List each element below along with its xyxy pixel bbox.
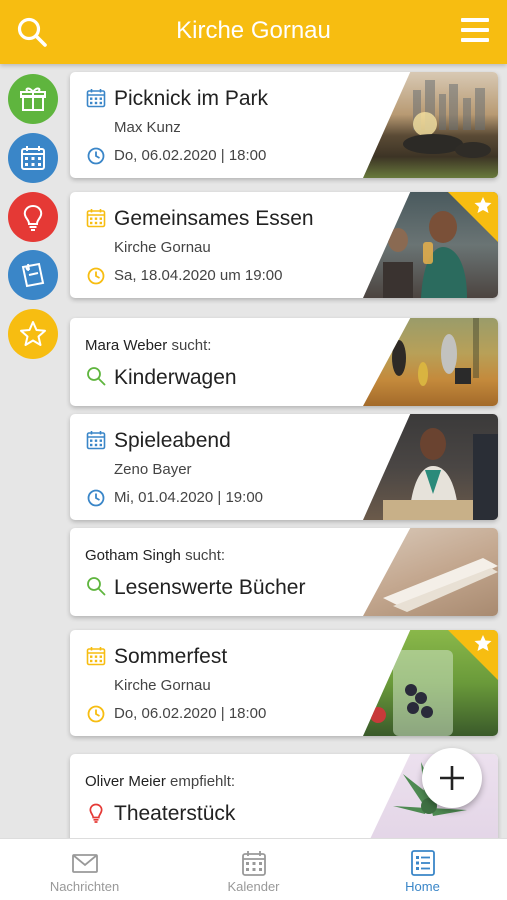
event-date: Do, 06.02.2020 | 18:00: [114, 147, 267, 164]
event-host: Zeno Bayer: [114, 461, 192, 478]
author-verb: sucht:: [185, 547, 226, 564]
calendar-icon: [86, 209, 106, 228]
feed-card-event[interactable]: Sommerfest Kirche Gornau Do, 06.02.2020 …: [70, 630, 498, 736]
search-author-line: Mara Weber sucht:: [85, 337, 211, 354]
envelope-icon: [72, 854, 98, 873]
tab-label: Home: [405, 879, 440, 894]
author-name: Mara Weber: [85, 337, 168, 354]
star-icon: [20, 321, 46, 346]
event-date: Do, 06.02.2020 | 18:00: [114, 705, 267, 722]
tab-label: Kalender: [227, 879, 280, 894]
sidebar-item-notes[interactable]: [8, 250, 58, 300]
author-name: Oliver Meier: [85, 773, 166, 790]
featured-star-icon: [448, 192, 498, 242]
feed-card-search[interactable]: Gotham Singh sucht: Lesenswerte Bücher: [70, 528, 498, 616]
gift-icon: [20, 87, 46, 111]
clock-icon: [87, 267, 105, 285]
search-photo-book: [363, 528, 498, 616]
feed-card-event[interactable]: Spieleabend Zeno Bayer Mi, 01.04.2020 | …: [70, 414, 498, 520]
recommend-author-line: Oliver Meier empfiehlt:: [85, 773, 235, 790]
plus-icon: [440, 766, 464, 790]
calendar-icon: [21, 146, 45, 170]
search-icon: [87, 367, 106, 386]
sidebar-item-gift[interactable]: [8, 74, 58, 124]
calendar-icon: [86, 431, 106, 450]
tab-kalender[interactable]: Kalender: [169, 839, 338, 900]
search-title: Lesenswerte Bücher: [114, 576, 306, 599]
featured-star-icon: [448, 630, 498, 680]
lightbulb-icon: [23, 204, 43, 231]
sidebar-item-idea[interactable]: [8, 192, 58, 242]
search-title: Kinderwagen: [114, 366, 237, 389]
home-list-icon: [411, 850, 435, 876]
calendar-icon: [86, 89, 106, 108]
bottom-navigation: Nachrichten Kalender Home: [0, 838, 507, 900]
event-host: Kirche Gornau: [114, 239, 211, 256]
calendar-icon: [86, 647, 106, 666]
author-name: Gotham Singh: [85, 547, 181, 564]
event-photo-picnic: [363, 72, 498, 178]
feed-card-search[interactable]: Mara Weber sucht: Kinderwagen: [70, 318, 498, 406]
sidebar-item-calendar[interactable]: [8, 133, 58, 183]
clock-icon: [87, 489, 105, 507]
sidebar-item-favorites[interactable]: [8, 309, 58, 359]
lightbulb-icon: [89, 803, 103, 823]
app-title: Kirche Gornau: [176, 17, 331, 44]
tab-nachrichten[interactable]: Nachrichten: [0, 839, 169, 900]
top-bar: Kirche Gornau: [0, 0, 507, 64]
note-icon: [21, 262, 45, 288]
search-icon: [87, 577, 106, 596]
tab-label: Nachrichten: [49, 879, 120, 894]
search-author-line: Gotham Singh sucht:: [85, 547, 225, 564]
tab-home[interactable]: Home: [338, 839, 507, 900]
clock-icon: [87, 705, 105, 723]
author-verb: sucht:: [171, 337, 212, 354]
event-title: Picknick im Park: [114, 87, 269, 110]
event-photo-games: [363, 414, 498, 520]
feed-card-event[interactable]: Picknick im Park Max Kunz Do, 06.02.2020…: [70, 72, 498, 178]
recommend-title: Theaterstück: [114, 802, 236, 825]
event-title: Sommerfest: [114, 645, 228, 668]
event-date: Sa, 18.04.2020 um 19:00: [114, 267, 283, 284]
author-verb: empfiehlt:: [170, 773, 236, 790]
clock-icon: [87, 147, 105, 165]
feed-card-event[interactable]: Gemeinsames Essen Kirche Gornau Sa, 18.0…: [70, 192, 498, 298]
event-host: Kirche Gornau: [114, 677, 211, 694]
add-button[interactable]: [422, 748, 482, 808]
search-photo-family: [363, 318, 498, 406]
event-host: Max Kunz: [114, 119, 181, 136]
event-title: Spieleabend: [114, 429, 231, 452]
calendar-icon: [242, 851, 266, 876]
event-date: Mi, 01.04.2020 | 19:00: [114, 489, 264, 506]
hamburger-menu-icon[interactable]: [459, 15, 491, 45]
event-title: Gemeinsames Essen: [114, 207, 314, 230]
